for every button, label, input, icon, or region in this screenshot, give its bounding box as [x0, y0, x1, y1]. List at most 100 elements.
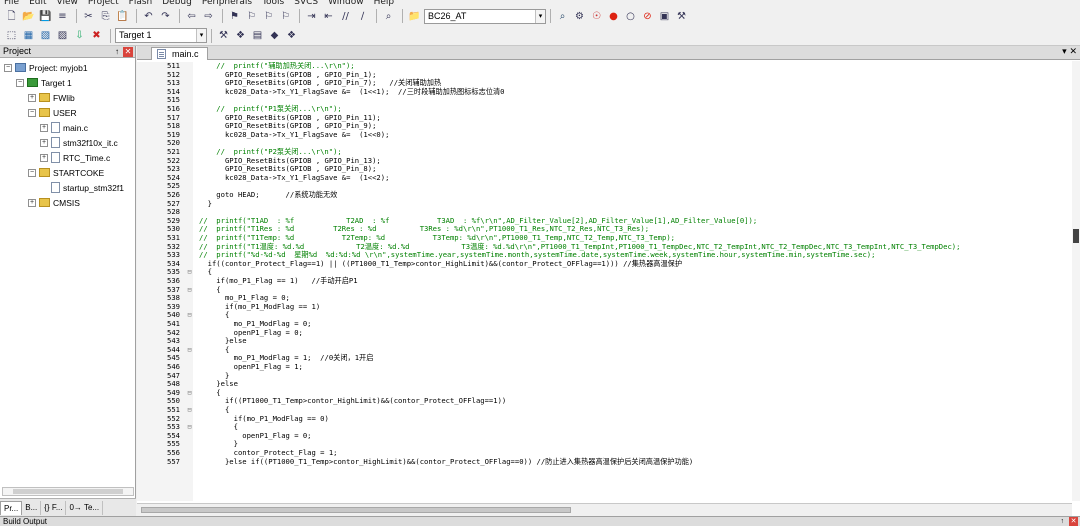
fold-toggle-icon[interactable]: ⊟	[186, 406, 193, 415]
fold-toggle-icon[interactable]: ⊟	[186, 346, 193, 355]
project-pane-tab[interactable]: {} F...	[41, 500, 67, 515]
debug-icon[interactable]: ☉	[589, 9, 604, 24]
collapse-icon[interactable]: −	[16, 78, 24, 87]
breakpoint-kill-icon[interactable]: ⊘	[640, 9, 655, 24]
code-text: kc028_Data->Tx_Y1_FlagSave &= (1<<0);	[199, 129, 390, 139]
menu-help[interactable]: Help	[374, 0, 395, 6]
nav-forward-icon[interactable]: ⇨	[201, 9, 216, 24]
menu-svcs[interactable]: SVCS	[294, 0, 318, 6]
tree-item[interactable]: + main.c	[0, 120, 136, 135]
breakpoint-insert-icon[interactable]: ●	[606, 9, 621, 24]
tab-main-c[interactable]: main.c	[151, 47, 208, 60]
configure-icon[interactable]: ⚙	[572, 9, 587, 24]
close-icon[interactable]: ✕	[1069, 517, 1078, 526]
find-in-files-icon[interactable]: ⌕	[381, 9, 396, 24]
tree-item[interactable]: + CMSIS	[0, 195, 136, 210]
expand-icon[interactable]: +	[40, 153, 48, 162]
tree-item[interactable]: − USER	[0, 105, 136, 120]
menu-debug[interactable]: Debug	[162, 0, 192, 6]
copy-icon[interactable]: ⎘	[98, 9, 113, 24]
batch-build-icon[interactable]: ▨	[55, 28, 70, 43]
project-pane-tab[interactable]: B...	[22, 500, 42, 515]
bookmark-set-icon[interactable]: ⚑	[227, 9, 242, 24]
pack-installer-icon[interactable]: ▤	[250, 28, 265, 43]
tools-icon[interactable]: ⚒	[674, 9, 689, 24]
toolbar-separator	[136, 9, 137, 23]
select-device-icon[interactable]: ◆	[267, 28, 282, 43]
bookmark-next-icon[interactable]: ⚐	[261, 9, 276, 24]
manage-project-items-icon[interactable]: ❖	[284, 28, 299, 43]
stop-build-icon[interactable]: ✖	[89, 28, 104, 43]
editor-vertical-scrollbar[interactable]	[1072, 61, 1080, 501]
tree-item[interactable]: + FWlib	[0, 90, 136, 105]
fold-toggle-icon[interactable]: ⊟	[186, 311, 193, 320]
download-icon[interactable]: ⇩	[72, 28, 87, 43]
expand-icon[interactable]: +	[40, 123, 48, 132]
tree-item[interactable]: − STARTCOKE	[0, 165, 136, 180]
tree-item[interactable]: + stm32f10x_it.c	[0, 135, 136, 150]
chevron-down-icon[interactable]: ▾	[535, 9, 545, 23]
indent-icon[interactable]: ⇥	[304, 9, 319, 24]
undo-icon[interactable]: ↶	[141, 9, 156, 24]
rebuild-icon[interactable]: ▧	[38, 28, 53, 43]
unindent-icon[interactable]: ⇤	[321, 9, 336, 24]
tree-item[interactable]: − Target 1	[0, 75, 136, 90]
tab-dropdown-icon[interactable]: ▾ ✕	[1062, 46, 1077, 59]
editor-horizontal-scrollbar[interactable]	[137, 503, 1072, 516]
collapse-icon[interactable]: −	[28, 168, 36, 177]
new-file-icon[interactable]: 🗋	[4, 9, 19, 24]
code-text: goto HEAD; //系统功能无效	[199, 190, 338, 199]
pin-icon[interactable]: ↑	[1061, 517, 1065, 526]
tree-item[interactable]: − Project: myjob1	[0, 60, 136, 75]
project-pane-tab[interactable]: 0→ Te...	[66, 500, 104, 515]
comment-icon[interactable]: //	[338, 9, 353, 24]
expand-icon[interactable]: +	[40, 138, 48, 147]
uncomment-icon[interactable]: ∕	[355, 9, 370, 24]
expand-icon[interactable]: +	[28, 198, 36, 207]
bookmark-clear-icon[interactable]: ⚐	[278, 9, 293, 24]
nav-back-icon[interactable]: ⇦	[184, 9, 199, 24]
project-pane-tab[interactable]: Pr...	[0, 500, 23, 515]
fold-toggle-icon[interactable]: ⊟	[186, 423, 193, 432]
menu-project[interactable]: Project	[88, 0, 119, 6]
file-icon	[51, 137, 60, 148]
project-horizontal-scrollbar[interactable]	[2, 487, 134, 496]
expand-icon[interactable]: +	[28, 93, 36, 102]
close-icon[interactable]: ✕	[123, 47, 133, 57]
target-combo[interactable]: Target 1 ▾	[115, 28, 207, 43]
breakpoint-disable-icon[interactable]: ○	[623, 9, 638, 24]
build-icon[interactable]: ▦	[21, 28, 36, 43]
bookmark-prev-icon[interactable]: ⚐	[244, 9, 259, 24]
menu-view[interactable]: View	[57, 0, 78, 6]
menu-flash[interactable]: Flash	[129, 0, 153, 6]
collapse-icon[interactable]: −	[4, 63, 12, 72]
find-icon[interactable]: ⌕	[555, 9, 570, 24]
fold-toggle-icon[interactable]: ⊟	[186, 286, 193, 295]
save-icon[interactable]: 💾	[38, 9, 53, 24]
menu-window[interactable]: Window	[328, 0, 364, 6]
translate-icon[interactable]: ⬚	[4, 28, 19, 43]
paste-icon[interactable]: 📋	[115, 9, 130, 24]
open-file-icon[interactable]: 📂	[21, 9, 36, 24]
menu-tools[interactable]: Tools	[262, 0, 284, 6]
menu-file[interactable]: File	[4, 0, 19, 6]
project-combo[interactable]: BC26_AT ▾	[424, 8, 546, 24]
tree-item[interactable]: + RTC_Time.c	[0, 150, 136, 165]
fold-toggle-icon[interactable]: ⊟	[186, 389, 193, 398]
save-all-icon[interactable]: ≡	[55, 9, 70, 24]
redo-icon[interactable]: ↷	[158, 9, 173, 24]
menu-edit[interactable]: Edit	[29, 0, 46, 6]
options-for-target-icon[interactable]: ⚒	[216, 28, 231, 43]
cut-icon[interactable]: ✂	[81, 9, 96, 24]
fold-toggle-icon[interactable]: ⊟	[186, 268, 193, 277]
collapse-icon[interactable]: −	[28, 108, 36, 117]
code-text: if(mo_P1_Flag == 1) //手动开启P1	[199, 276, 358, 285]
windows-icon[interactable]: ▣	[657, 9, 672, 24]
code-area[interactable]: 511 // printf("辅助加热关闭...\r\n"); 512 GPIO_…	[137, 62, 1072, 501]
manage-components-icon[interactable]: ❖	[233, 28, 248, 43]
menu-peripherals[interactable]: Peripherals	[202, 0, 252, 6]
pin-icon[interactable]: ↑	[115, 46, 119, 57]
file-icon	[51, 182, 60, 193]
tree-item[interactable]: startup_stm32f1	[0, 180, 136, 195]
chevron-down-icon[interactable]: ▾	[196, 29, 206, 42]
